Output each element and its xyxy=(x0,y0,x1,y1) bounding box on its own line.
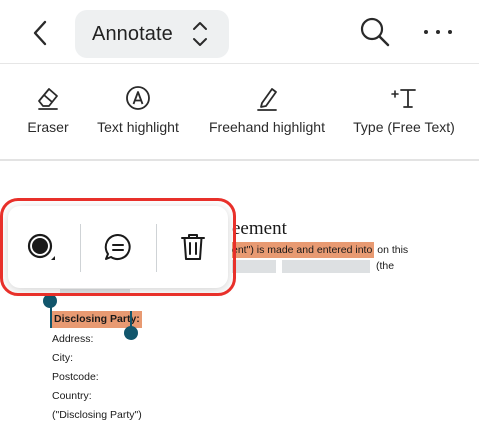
chevron-left-icon xyxy=(33,20,47,46)
selection-handle-start[interactable] xyxy=(43,294,57,308)
more-horizontal-icon xyxy=(424,30,428,34)
freehand-highlight-icon xyxy=(257,88,277,111)
top-bar: Annotate xyxy=(0,0,479,64)
more-horizontal-icon-dot xyxy=(436,30,440,34)
eraser-label: Eraser xyxy=(27,119,69,135)
more-options-button[interactable] xyxy=(424,22,452,42)
type-free-text-icon xyxy=(391,89,416,108)
back-button[interactable] xyxy=(24,16,56,50)
mode-selector[interactable]: Annotate xyxy=(75,10,229,58)
annotation-toolbar: Eraser Text highlight Freehand highlight xyxy=(0,64,479,160)
field-country: Country: xyxy=(52,390,92,402)
eraser-tool[interactable]: Eraser xyxy=(26,84,70,135)
text-highlight-tool[interactable]: Text highlight xyxy=(95,84,181,135)
text-highlight-label: Text highlight xyxy=(97,119,179,135)
document-text: on this xyxy=(374,244,409,256)
callout-outline xyxy=(0,198,236,296)
selection-handle-end[interactable] xyxy=(124,326,138,340)
text-highlight-icon xyxy=(126,86,150,110)
freehand-highlight-label: Freehand highlight xyxy=(209,119,325,135)
eraser-icon xyxy=(38,88,58,110)
field-postcode: Postcode: xyxy=(52,371,99,383)
chevron-up-down-icon xyxy=(193,22,207,46)
field-city: City: xyxy=(52,352,73,364)
more-horizontal-icon-dot xyxy=(448,30,452,34)
document-text: (the xyxy=(376,260,395,272)
field-disclosing-party-note: ("Disclosing Party") xyxy=(52,409,142,421)
search-button[interactable] xyxy=(359,16,391,48)
highlighted-text[interactable]: ent") is made and entered into xyxy=(232,242,375,258)
freehand-highlight-tool[interactable]: Freehand highlight xyxy=(207,84,327,135)
form-field-placeholder xyxy=(232,260,276,273)
type-free-text-label: Type (Free Text) xyxy=(353,119,455,135)
type-free-text-tool[interactable]: Type (Free Text) xyxy=(352,84,456,135)
field-address: Address: xyxy=(52,333,94,345)
mode-label: Annotate xyxy=(92,22,173,45)
search-icon xyxy=(360,17,390,47)
document-line: ent") is made and entered into on this xyxy=(232,242,409,258)
document-heading: eement xyxy=(232,218,287,239)
form-field-placeholder xyxy=(282,260,370,273)
